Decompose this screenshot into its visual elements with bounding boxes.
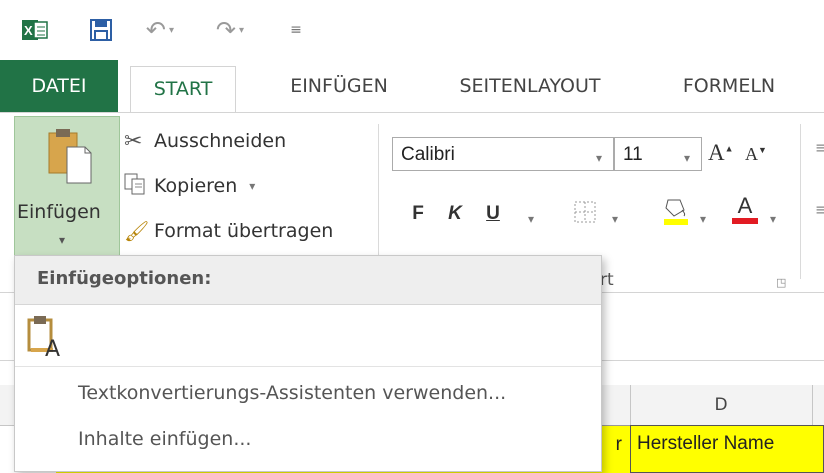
tab-start[interactable]: START xyxy=(130,66,236,113)
font-name-value: Calibri xyxy=(401,144,455,165)
paste-options-menu: Einfügeoptionen: A Textkonvertierungs-As… xyxy=(14,255,602,472)
format-painter-label: Format übertragen xyxy=(154,220,334,242)
paste-options-header: Einfügeoptionen: xyxy=(15,256,601,305)
font-color-dropdown-icon[interactable]: ▾ xyxy=(770,212,776,226)
font-color-button[interactable]: A xyxy=(732,194,758,224)
group-divider-2 xyxy=(800,124,801,279)
fill-color-dropdown-icon[interactable]: ▾ xyxy=(700,212,706,226)
cell-c-text: r xyxy=(615,434,622,455)
paste-button[interactable]: Einfügen ▾ xyxy=(14,116,120,260)
font-name-combobox[interactable]: Calibri xyxy=(392,137,614,171)
redo-icon[interactable]: ↷ ▾ xyxy=(210,16,250,44)
font-dialog-launcher-icon[interactable]: ◳ xyxy=(776,276,786,289)
quick-access-toolbar: X ↶ ▾ ↷ ▾ ≡ xyxy=(0,0,824,60)
tab-seitenlayout[interactable]: SEITENLAYOUT xyxy=(450,60,610,112)
copy-button[interactable]: Kopieren ▾ xyxy=(124,171,255,201)
column-header-d[interactable]: D xyxy=(630,385,812,425)
underline-button[interactable]: U xyxy=(483,203,503,225)
align-icon-2[interactable]: ≡ xyxy=(815,200,824,219)
clipboard-icon xyxy=(45,127,95,189)
grow-font-label: A xyxy=(708,140,725,165)
grow-font-button[interactable]: A▲ xyxy=(708,140,734,166)
menu-item-textkonvertierung-label: Textkonvertierungs-Assistenten verwenden… xyxy=(78,382,507,404)
copy-dropdown-arrow-icon[interactable]: ▾ xyxy=(249,179,255,193)
tab-datei[interactable]: DATEI xyxy=(0,60,118,112)
fill-color-icon[interactable] xyxy=(662,196,690,230)
underline-dropdown-icon[interactable]: ▾ xyxy=(528,212,534,226)
save-icon[interactable] xyxy=(88,18,114,42)
svg-text:A: A xyxy=(45,337,60,358)
paste-options-title: Einfügeoptionen: xyxy=(37,268,212,289)
tab-formeln[interactable]: FORMELN xyxy=(675,60,783,112)
paste-dropdown-arrow-icon: ▾ xyxy=(59,233,66,247)
paste-label: Einfügen xyxy=(17,201,101,223)
font-name-dropdown-icon[interactable]: ▾ xyxy=(596,151,602,165)
shrink-font-button[interactable]: A▼ xyxy=(744,144,768,165)
font-group-label: rt xyxy=(600,270,614,290)
cut-label: Ausschneiden xyxy=(154,130,287,152)
copy-icon xyxy=(124,173,154,199)
ribbon-tab-bar: DATEI START EINFÜGEN SEITENLAYOUT FORMEL… xyxy=(0,60,824,113)
paintbrush-icon: 🖌 xyxy=(124,219,150,243)
undo-icon[interactable]: ↶ ▾ xyxy=(140,16,180,44)
customize-qat-icon[interactable]: ≡ xyxy=(286,18,306,42)
align-icon[interactable]: ≡ xyxy=(815,138,824,157)
tab-einfuegen[interactable]: EINFÜGEN xyxy=(284,60,394,112)
font-color-bar xyxy=(732,218,758,224)
borders-icon[interactable] xyxy=(574,201,596,227)
shrink-font-label: A xyxy=(745,144,759,164)
italic-button[interactable]: K xyxy=(445,203,465,225)
excel-logo-icon: X xyxy=(22,18,48,42)
font-size-dropdown-icon[interactable]: ▾ xyxy=(684,151,690,165)
font-color-label: A xyxy=(737,193,753,218)
cut-button[interactable]: ✂ Ausschneiden xyxy=(124,126,286,156)
scissors-icon: ✂ xyxy=(124,128,143,154)
menu-separator xyxy=(15,366,601,367)
bold-button[interactable]: F xyxy=(408,203,428,225)
font-size-value: 11 xyxy=(623,144,643,165)
svg-text:X: X xyxy=(24,23,33,38)
copy-label: Kopieren xyxy=(154,175,238,197)
menu-item-inhalte-einfuegen-label: Inhalte einfügen... xyxy=(78,428,252,450)
format-painter-button[interactable]: 🖌 Format übertragen xyxy=(124,216,333,246)
paste-text-only-icon[interactable]: A xyxy=(25,314,73,362)
borders-dropdown-icon[interactable]: ▾ xyxy=(612,212,618,226)
cell-d-hersteller-name[interactable]: Hersteller Name xyxy=(630,425,824,473)
